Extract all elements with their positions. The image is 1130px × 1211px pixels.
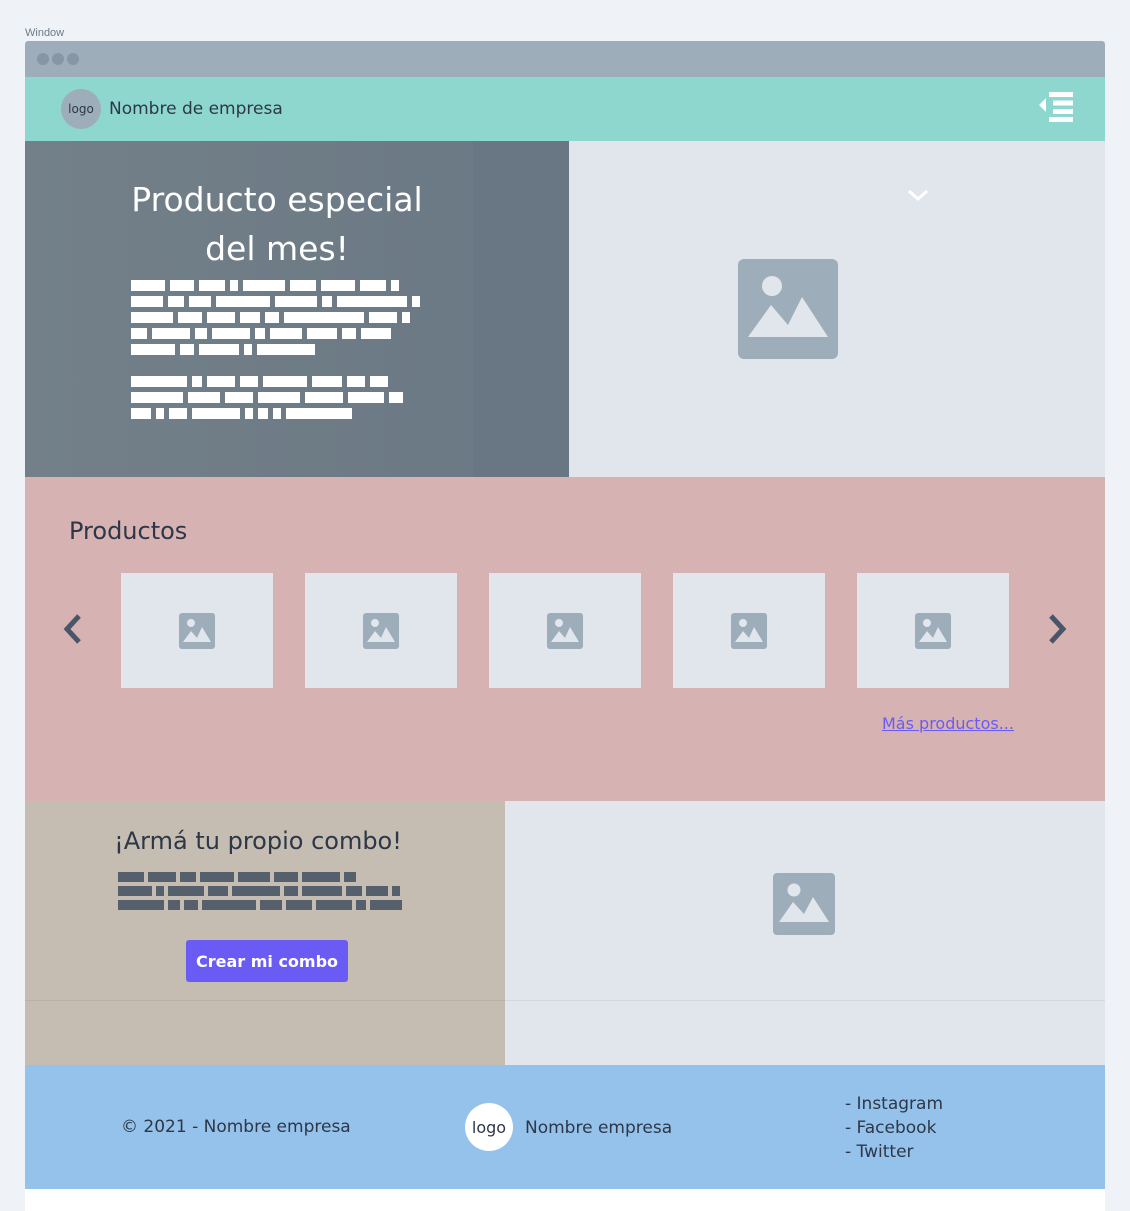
window-dot-2[interactable] <box>52 53 64 65</box>
image-placeholder-icon <box>547 612 583 649</box>
footer-social-links: - Instagram - Facebook - Twitter <box>845 1092 943 1164</box>
product-card-1[interactable] <box>121 573 273 688</box>
footer-copyright: © 2021 - Nombre empresa <box>121 1117 351 1137</box>
create-combo-button[interactable]: Crear mi combo <box>186 940 348 982</box>
hero-title-line1: Producto especial <box>131 180 423 219</box>
combo-divider-shadow <box>25 1000 1105 1001</box>
navbar-brand[interactable]: Nombre de empresa <box>109 99 283 119</box>
hero-title-line2: del mes! <box>205 229 349 268</box>
product-card-4[interactable] <box>673 573 825 688</box>
hero-image-panel <box>569 141 1105 477</box>
image-placeholder-icon <box>738 259 838 359</box>
footer-brand: Nombre empresa <box>525 1118 673 1138</box>
image-placeholder-icon <box>363 612 399 649</box>
chevron-left-icon[interactable] <box>61 612 87 646</box>
social-link-twitter[interactable]: - Twitter <box>845 1140 943 1164</box>
browser-window: logo Nombre de empresa Producto especial… <box>25 41 1105 1211</box>
image-placeholder-icon <box>179 612 215 649</box>
footer-logo[interactable]: logo <box>465 1103 513 1151</box>
social-link-instagram[interactable]: - Instagram <box>845 1092 943 1116</box>
image-placeholder-icon <box>773 873 835 935</box>
chevron-right-icon[interactable] <box>1043 612 1069 646</box>
product-card-2[interactable] <box>305 573 457 688</box>
more-products-link[interactable]: Más productos... <box>882 714 1014 733</box>
products-title: Productos <box>69 517 188 545</box>
hero-paragraph-1 <box>131 280 431 355</box>
navbar: logo Nombre de empresa <box>25 77 1105 141</box>
combo-paragraph <box>118 872 418 910</box>
image-placeholder-icon <box>915 612 951 649</box>
social-link-facebook[interactable]: - Facebook <box>845 1116 943 1140</box>
window-titlebar <box>25 41 1105 77</box>
window-dot-1[interactable] <box>37 53 49 65</box>
product-card-5[interactable] <box>857 573 1009 688</box>
window-dot-3[interactable] <box>67 53 79 65</box>
combo-text-panel: ¡Armá tu propio combo! Crear mi combo <box>25 801 505 1065</box>
menu-collapse-icon[interactable] <box>1039 92 1073 122</box>
hero-title: Producto especial del mes! <box>25 175 529 273</box>
footer: © 2021 - Nombre empresa logo Nombre empr… <box>25 1065 1105 1189</box>
hero-text-panel: Producto especial del mes! <box>25 141 569 477</box>
hero-section: Producto especial del mes! <box>25 141 1105 477</box>
navbar-logo[interactable]: logo <box>61 89 101 129</box>
product-card-3[interactable] <box>489 573 641 688</box>
chevron-down-icon[interactable] <box>907 188 929 202</box>
products-section: Productos Más productos... <box>25 477 1105 801</box>
hero-paragraph-2 <box>131 376 431 419</box>
combo-section: ¡Armá tu propio combo! Crear mi combo <box>25 801 1105 1065</box>
combo-image-panel <box>505 801 1105 1065</box>
image-placeholder-icon <box>731 612 767 649</box>
window-label: Window <box>25 27 65 39</box>
combo-title: ¡Armá tu propio combo! <box>114 827 402 855</box>
